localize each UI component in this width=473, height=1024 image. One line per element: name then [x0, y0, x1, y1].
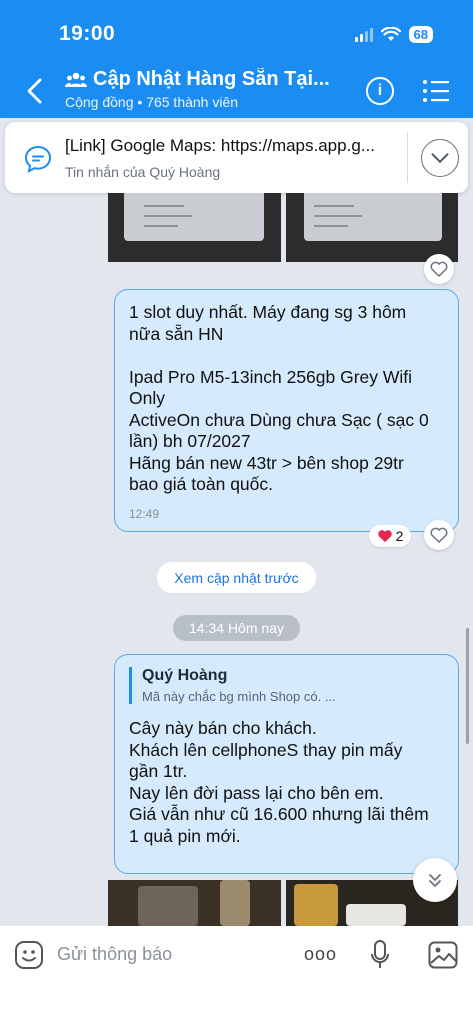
signal-icon	[354, 27, 373, 42]
reaction-summary[interactable]: 2	[369, 525, 411, 547]
message-line: Khách lên cellphoneS thay pin mấy	[129, 739, 403, 760]
message-line: gần 1tr.	[129, 761, 188, 781]
react-button[interactable]	[424, 254, 454, 284]
react-button[interactable]	[424, 520, 454, 550]
photo-thumbnail[interactable]	[286, 193, 458, 262]
microphone-icon[interactable]	[370, 940, 390, 970]
group-title-text: Cập Nhật Hàng Sẵn Tại...	[93, 68, 330, 90]
quoted-message[interactable]: Quý Hoàng Mã này chắc bg mình Shop có. .…	[129, 667, 444, 704]
message-line: Giá vẫn như cũ 16.600 nhưng lãi thêm	[129, 804, 429, 824]
community-icon	[65, 72, 87, 87]
chevron-down-icon[interactable]	[421, 139, 459, 177]
heart-outline-icon	[430, 261, 448, 277]
group-title-area[interactable]: Cập Nhật Hàng Sẵn Tại... Cộng đồng • 765…	[65, 68, 355, 110]
double-chevron-down-icon	[429, 874, 441, 888]
pinned-message-bar[interactable]: [Link] Google Maps: https://maps.app.g..…	[5, 122, 468, 193]
message-line: nữa sẵn HN	[129, 323, 224, 344]
menu-icon[interactable]	[422, 79, 450, 103]
wifi-icon	[380, 27, 401, 41]
message-line: Only	[129, 388, 165, 408]
message-line: Cây này bán cho khách.	[129, 718, 317, 738]
pinned-title: [Link] Google Maps: https://maps.app.g..…	[65, 136, 375, 155]
message-line: Nay lên đời pass lại cho bên em.	[129, 782, 384, 803]
message-bubble[interactable]: 1 slot duy nhất. Máy đang sg 3 hôm nữa s…	[114, 289, 459, 532]
group-title: Cập Nhật Hàng Sẵn Tại...	[65, 68, 355, 91]
chat-bubble-icon	[24, 145, 52, 173]
status-time: 19:00	[59, 22, 116, 45]
status-icons: 68	[354, 26, 433, 43]
image-icon[interactable]	[428, 941, 458, 969]
message-bubble[interactable]: Quý Hoàng Mã này chắc bg mình Shop có. .…	[114, 654, 459, 874]
header-bar: 19:00 68 Cập Nhật Hàng Sẵn Tại... Cộng đ…	[0, 0, 473, 118]
scrollbar[interactable]	[466, 628, 469, 744]
emoji-icon[interactable]	[14, 940, 44, 970]
composer-bar: Gửi thông báo ooo	[0, 926, 473, 1024]
reaction-count: 2	[395, 528, 404, 544]
pinned-subtitle: Tin nhắn của Quý Hoàng	[65, 164, 221, 180]
info-icon[interactable]: i	[366, 77, 394, 105]
message-line: 1 slot duy nhất. Máy đang sg 3 hôm	[129, 302, 407, 322]
divider	[407, 132, 408, 183]
scroll-to-bottom-button[interactable]	[413, 858, 457, 902]
message-line: Ipad Pro M5-13inch 256gb Grey Wifi	[129, 366, 413, 387]
group-subtitle: Cộng đồng • 765 thành viên	[65, 94, 239, 110]
quote-author: Quý Hoàng	[142, 667, 228, 684]
message-line: ActiveOn chưa Dùng chưa Sạc ( sạc 0	[129, 409, 429, 430]
quote-text: Mã này chắc bg mình Shop có. ...	[142, 689, 336, 704]
photo-thumbnail[interactable]	[108, 193, 281, 262]
message-line: Hãng bán new 43tr > bên shop 29tr	[129, 452, 404, 473]
back-icon[interactable]	[22, 76, 48, 106]
message-input[interactable]: Gửi thông báo	[57, 944, 172, 965]
message-line: lần) bh 07/2027	[129, 431, 251, 451]
message-time: 12:49	[129, 507, 160, 521]
message-line: bao giá toàn quốc.	[129, 474, 274, 494]
more-options-icon[interactable]: ooo	[304, 944, 337, 965]
see-previous-updates-button[interactable]: Xem cập nhật trước	[157, 562, 316, 593]
message-line: 1 quả pin mới.	[129, 825, 241, 846]
date-separator: 14:34 Hôm nay	[173, 615, 300, 641]
photo-thumbnail[interactable]	[108, 880, 281, 926]
heart-outline-icon	[430, 527, 448, 543]
heart-filled-icon	[377, 530, 392, 543]
battery-indicator: 68	[408, 26, 433, 43]
message-line	[129, 345, 444, 367]
